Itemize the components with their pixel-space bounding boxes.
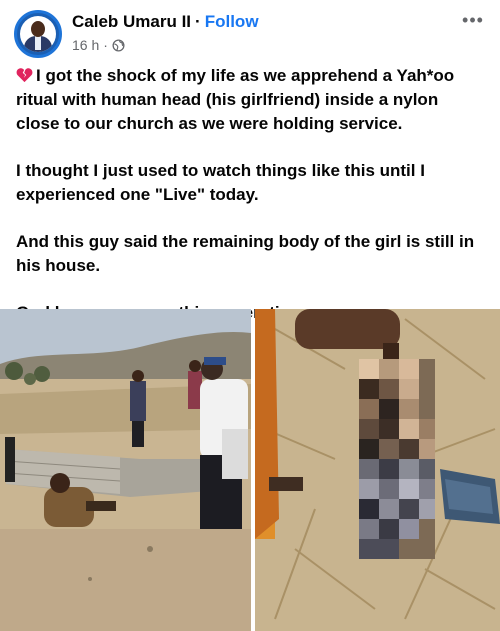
post-paragraph-1: I got the shock of my life as we apprehe…: [16, 64, 486, 136]
photo-scene-gathering: [0, 309, 251, 631]
name-separator: ·: [195, 12, 201, 31]
meta-separator: ·: [103, 37, 108, 53]
post-timestamp[interactable]: 16 h: [72, 37, 99, 53]
broken-heart-icon: [16, 68, 33, 83]
follow-button[interactable]: Follow: [205, 12, 259, 31]
more-options-button[interactable]: •••: [458, 8, 488, 32]
post-paragraph-1-text: I got the shock of my life as we apprehe…: [16, 66, 455, 133]
post-paragraph-2: I thought I just used to watch things li…: [16, 161, 425, 204]
photo-scene-ground: [255, 309, 500, 631]
avatar-photo: [20, 16, 56, 52]
globe-icon[interactable]: [112, 38, 125, 52]
post-header: Caleb Umaru II · Follow 16 h · •••: [0, 0, 500, 62]
author-avatar[interactable]: [14, 10, 62, 58]
post-photo-1[interactable]: [0, 309, 251, 631]
post-paragraph-3: And this guy said the remaining body of …: [16, 232, 475, 275]
more-options-icon: •••: [462, 9, 484, 30]
name-line: Caleb Umaru II · Follow: [72, 12, 259, 32]
post-body: I got the shock of my life as we apprehe…: [16, 64, 486, 348]
post-meta: 16 h ·: [72, 37, 125, 53]
author-name[interactable]: Caleb Umaru II: [72, 12, 191, 31]
post-photo-2[interactable]: [255, 309, 500, 631]
